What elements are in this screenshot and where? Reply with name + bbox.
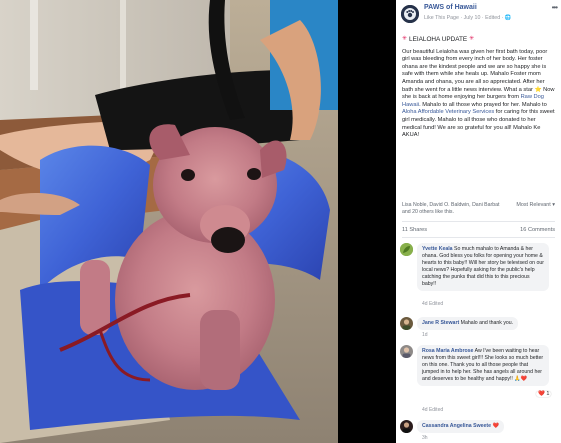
post-sidebar: PAWS of Hawaii Like This Page · July 10 …: [396, 0, 561, 443]
comment-actions[interactable]: 4d Edited: [422, 407, 443, 413]
commenter-avatar[interactable]: [400, 243, 413, 256]
comment-actions[interactable]: 3h: [422, 435, 428, 441]
comment: Rosa Maria Ambrose Aw I've been waiting …: [400, 345, 558, 417]
divider: [402, 237, 555, 238]
commenter-avatar[interactable]: [400, 420, 413, 433]
post-photo[interactable]: [0, 0, 338, 443]
star-emoji: ⭐: [534, 86, 542, 93]
most-relevant-filter[interactable]: Most Relevant ▾: [516, 202, 555, 209]
commenter-name[interactable]: Yvette Keala: [422, 246, 453, 252]
comment-bubble: Cassandra Angelina Sweete ❤️: [417, 420, 504, 433]
commenter-avatar[interactable]: [400, 345, 413, 358]
comment-actions[interactable]: 4d Edited: [422, 301, 443, 307]
person-avatar-icon: [400, 317, 413, 330]
post-paragraph: Our beautiful Leialoha was given her fir…: [402, 49, 555, 140]
post-title: ✳ LEIALOHA UPDATE ✳: [402, 36, 555, 44]
comment-emoji: ❤️: [492, 423, 499, 429]
comment-bubble: Yvette Keala So much mahalo to Amanda & …: [417, 243, 549, 291]
comment-emoji: 🙏❤️: [514, 376, 528, 382]
globe-icon: 🌐: [504, 15, 512, 21]
reaction-count[interactable]: ❤️ 1: [536, 391, 552, 397]
page-avatar[interactable]: [401, 5, 419, 23]
comment: Jane R Stewart Mahalo and thank you. 1d: [400, 317, 558, 339]
likes-text[interactable]: Lisa Noble, David O. Baldwin, Dani Barba…: [402, 202, 502, 216]
post-text: ✳ LEIALOHA UPDATE ✳ Our beautiful Leialo…: [396, 28, 561, 140]
commenter-avatar[interactable]: [400, 317, 413, 330]
aloha-vet-link[interactable]: Aloha Affordable Veterinary Services: [402, 109, 494, 115]
paw-logo-icon: [401, 5, 419, 23]
post-body-part: Our beautiful Leialoha was given her fir…: [402, 48, 548, 93]
comment-text: So much mahalo to Amanda & her ohana. Go…: [422, 246, 544, 287]
shares-count[interactable]: 11 Shares: [402, 227, 427, 233]
comments-count[interactable]: 16 Comments: [520, 227, 555, 233]
comment: Cassandra Angelina Sweete ❤️ 3h: [400, 420, 558, 442]
commenter-name[interactable]: Rosa Maria Ambrose: [422, 348, 473, 354]
post-meta-text[interactable]: Like This Page · July 10 · Edited ·: [424, 15, 505, 21]
more-options-button[interactable]: •••: [552, 3, 558, 12]
post-meta: Like This Page · July 10 · Edited · 🌐: [424, 15, 511, 21]
post-title-text: LEIALOHA UPDATE: [409, 36, 468, 43]
leaf-avatar-icon: [400, 243, 413, 256]
person-avatar-icon: [400, 345, 413, 358]
person-avatar-icon: [400, 420, 413, 433]
divider: [402, 221, 555, 222]
commenter-name[interactable]: Jane R Stewart: [422, 320, 459, 326]
dog-photo-illustration: [0, 0, 338, 443]
sparkle-icon: ✳: [402, 36, 408, 42]
sparkle-icon: ✳: [469, 36, 475, 42]
comment-text: Mahalo and thank you.: [459, 320, 514, 326]
photo-viewer: PAWS of Hawaii Like This Page · July 10 …: [0, 0, 561, 443]
commenter-name[interactable]: Cassandra Angelina Sweete: [422, 423, 491, 429]
likes-summary: Lisa Noble, David O. Baldwin, Dani Barba…: [402, 202, 555, 216]
page-name-link[interactable]: PAWS of Hawaii: [424, 4, 477, 11]
engagement-counts: 11 Shares 16 Comments: [402, 227, 555, 233]
comment-bubble: Jane R Stewart Mahalo and thank you.: [417, 317, 519, 330]
post-body-part: . Mahalo to all those who prayed for her…: [419, 101, 547, 108]
comment-bubble: Rosa Maria Ambrose Aw I've been waiting …: [417, 345, 549, 386]
post-header: PAWS of Hawaii Like This Page · July 10 …: [396, 0, 561, 28]
comment-actions[interactable]: 1d: [422, 332, 428, 338]
comment: Yvette Keala So much mahalo to Amanda & …: [400, 243, 558, 307]
